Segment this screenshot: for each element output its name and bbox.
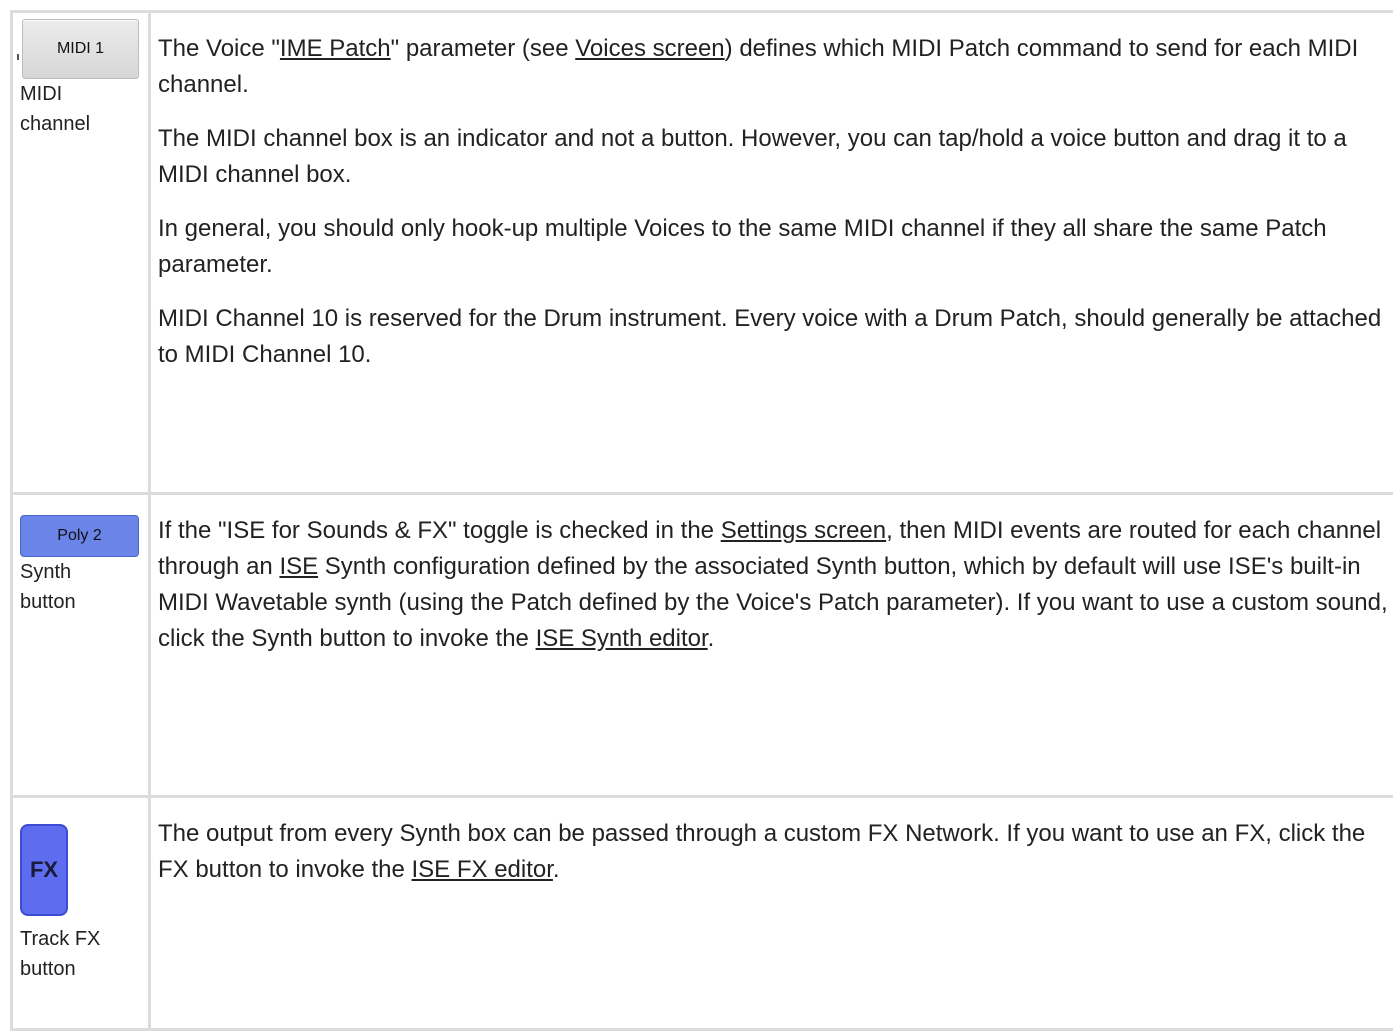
description-cell-track-fx-button: The output from every Synth box can be p… — [150, 797, 1393, 1030]
text-run: . — [553, 856, 560, 883]
widget-cell-synth-button: Poly 2 Synth button — [12, 494, 150, 797]
synth-button[interactable]: Poly 2 — [20, 515, 139, 557]
text-run: . — [708, 625, 715, 652]
paragraph: In general, you should only hook-up mult… — [158, 211, 1389, 283]
caption-line-1: Synth — [20, 557, 148, 587]
text-run: If the "ISE for Sounds & FX" toggle is c… — [158, 517, 721, 544]
ise-fx-editor-link[interactable]: ISE FX editor — [412, 856, 553, 883]
midi-channel-indicator: MIDI 1 — [22, 19, 139, 79]
caption-line-2: button — [20, 954, 148, 984]
paragraph: MIDI Channel 10 is reserved for the Drum… — [158, 301, 1389, 373]
ime-patch-link[interactable]: IME Patch — [280, 35, 391, 62]
settings-screen-link[interactable]: Settings screen — [721, 517, 886, 544]
table-row-synth-button: Poly 2 Synth button If the "ISE for Soun… — [12, 494, 1393, 797]
description-cell-midi-channel: The Voice "IME Patch" parameter (see Voi… — [150, 12, 1393, 494]
widget-cell-midi-channel: MIDI 1 MIDI channel — [12, 12, 150, 494]
caption-line-1: MIDI — [20, 79, 148, 109]
ise-synth-editor-link[interactable]: ISE Synth editor — [536, 625, 708, 652]
documentation-table: MIDI 1 MIDI channel The Voice "IME Patch… — [10, 10, 1393, 1031]
caption-line-1: Track FX — [20, 924, 148, 954]
caption-line-2: channel — [20, 109, 148, 139]
midi-channel-indicator-label: MIDI 1 — [57, 40, 104, 58]
text-run: " parameter (see — [391, 35, 576, 62]
table-row-midi-channel: MIDI 1 MIDI channel The Voice "IME Patch… — [12, 12, 1393, 494]
paragraph: The MIDI channel box is an indicator and… — [158, 121, 1389, 193]
text-run: The output from every Synth box can be p… — [158, 820, 1365, 883]
ise-link[interactable]: ISE — [279, 553, 318, 580]
voices-screen-link[interactable]: Voices screen — [575, 35, 724, 62]
paragraph: The Voice "IME Patch" parameter (see Voi… — [158, 31, 1389, 103]
paragraph: If the "ISE for Sounds & FX" toggle is c… — [158, 513, 1389, 657]
table-row-track-fx-button: FX Track FX button The output from every… — [12, 797, 1393, 1030]
description-cell-synth-button: If the "ISE for Sounds & FX" toggle is c… — [150, 494, 1393, 797]
track-fx-button-label: FX — [30, 857, 58, 883]
synth-button-label: Poly 2 — [57, 527, 101, 545]
text-run: Synth configuration defined by the assoc… — [158, 553, 1388, 652]
caption-line-2: button — [20, 587, 148, 617]
widget-cell-track-fx-button: FX Track FX button — [12, 797, 150, 1030]
left-edge-mark — [17, 54, 19, 60]
text-run: The Voice " — [158, 35, 280, 62]
track-fx-button[interactable]: FX — [20, 824, 68, 916]
paragraph: The output from every Synth box can be p… — [158, 816, 1389, 888]
